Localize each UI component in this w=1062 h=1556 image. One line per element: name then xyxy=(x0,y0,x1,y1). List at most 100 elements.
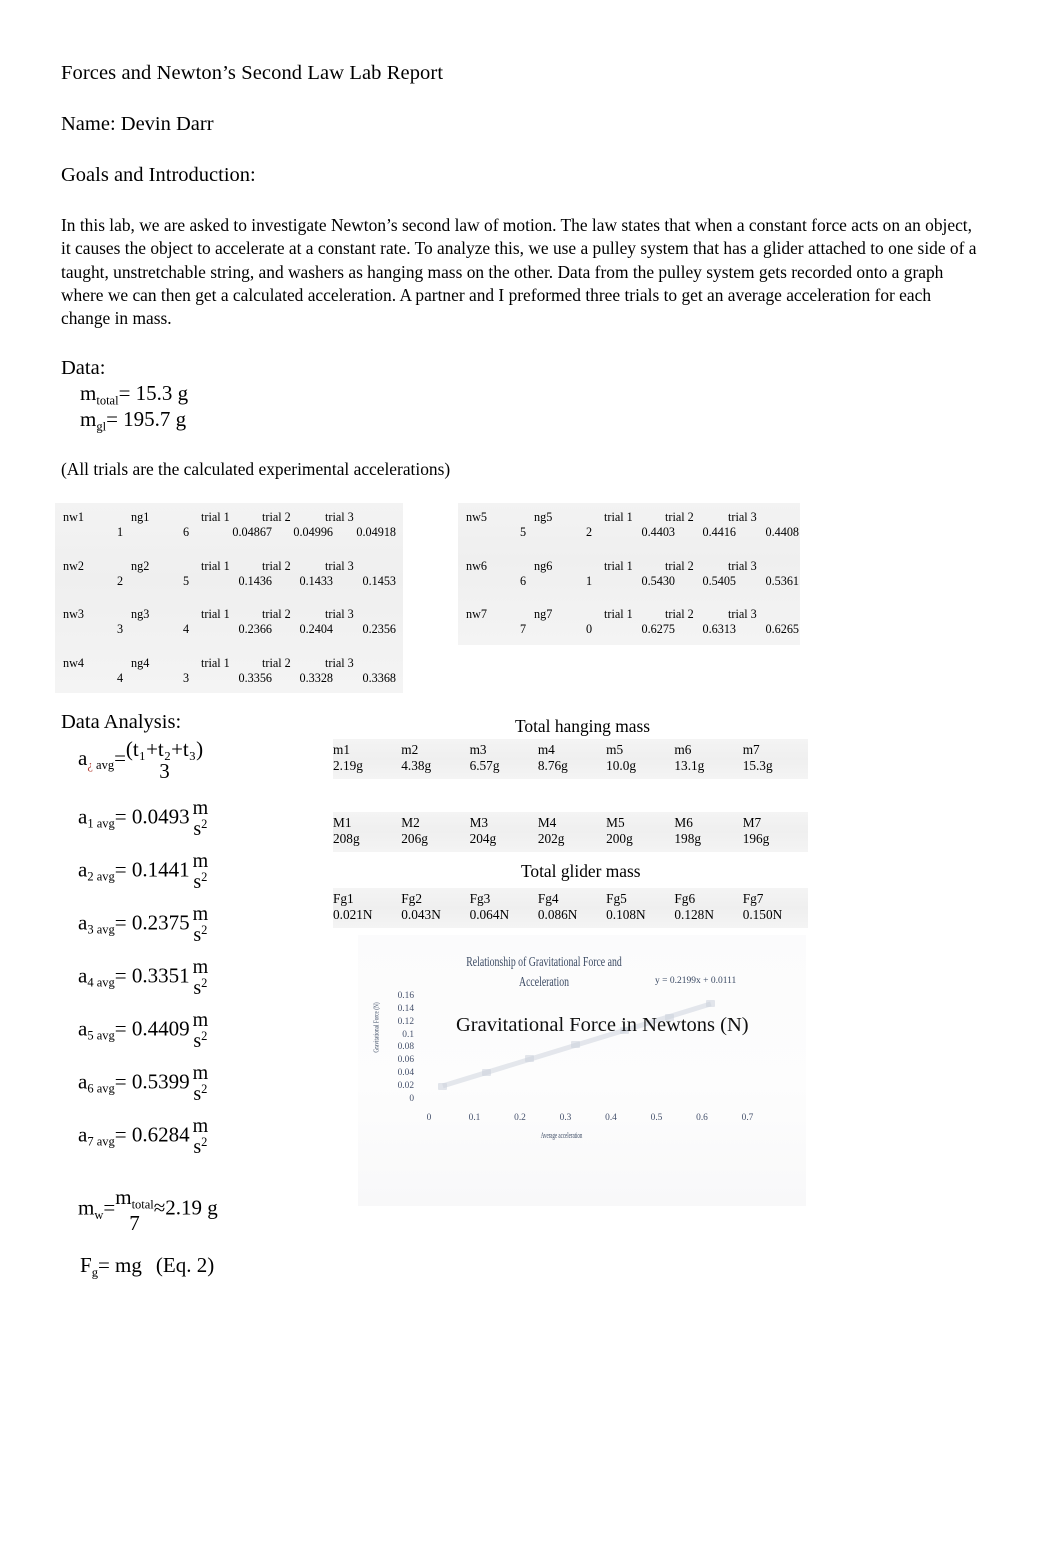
cell-value: 10.0g xyxy=(606,758,637,773)
ng-value: 0 xyxy=(586,622,593,637)
data-cell: m5 10.0g xyxy=(606,742,674,774)
force-vs-acceleration-chart[interactable]: Relationship of Gravitational Force and … xyxy=(358,935,806,1206)
trial-1-value: 0.5430 xyxy=(641,573,675,588)
trial-3-value: 0.04918 xyxy=(356,525,396,539)
eq-unit-denominator: s2 xyxy=(193,976,208,999)
ng-label: ng4 xyxy=(131,655,150,670)
cell-value: 6.57g xyxy=(469,758,500,773)
trial-1-value: 0.2366 xyxy=(238,622,272,637)
trial-group: nw4 ng4 trial 1 trial 2 trial 3 4 3 0.3356 0.332… xyxy=(55,656,403,705)
chart-x-axis-ticks: 0 0.1 0.2 0.3 0.4 0.5 0.6 0.7 xyxy=(414,1113,754,1127)
eq-symbol: a xyxy=(78,804,88,829)
data-cell: m7 15.3g xyxy=(743,742,811,774)
y-tick-label: 0.02 xyxy=(397,1080,414,1091)
cell-key: M1 xyxy=(333,815,352,830)
cell-value: 0.064N xyxy=(469,907,510,922)
eq-value: = 0.1441 xyxy=(114,857,190,882)
eq-gen-sub-rest: avg xyxy=(92,758,115,773)
eq-unit-denominator: s2 xyxy=(193,817,208,840)
eq-value: = 0.6284 xyxy=(114,1122,190,1147)
eq-symbol: a xyxy=(78,963,88,988)
eq-unit: m s2 xyxy=(193,1063,209,1104)
equation-a7-avg: a7 avg= 0.6284 m s2 xyxy=(78,1116,208,1157)
trial-1-header: trial 1 xyxy=(604,558,633,573)
nw-value: 2 xyxy=(117,573,124,588)
trial-2-header: trial 2 xyxy=(262,607,291,622)
gravitational-force-row: Fg1 0.021N Fg2 0.043N Fg3 0.064N Fg4 0.086N Fg5 0… xyxy=(333,891,811,923)
eq-unit-numerator: m xyxy=(192,956,209,978)
eq-symbol: a xyxy=(78,910,88,935)
chart-overlay-caption: Gravitational Force in Newtons (N) xyxy=(456,1014,749,1036)
nw-label: nw5 xyxy=(466,510,487,524)
m-gl-subscript: gl xyxy=(96,419,107,434)
goals-heading: Goals and Introduction: xyxy=(61,164,256,186)
trial-group: nw6 ng6 trial 1 trial 2 trial 3 6 1 0.5430 0.540… xyxy=(458,559,800,608)
data-cell: Fg4 0.086N xyxy=(538,891,606,923)
chart-data-point xyxy=(706,999,716,1007)
eq-subscript: 4 avg xyxy=(87,975,115,990)
cell-key: M2 xyxy=(401,815,420,830)
ng-value: 3 xyxy=(183,670,190,685)
eq-mw-symbol: m xyxy=(78,1195,95,1220)
chart-trendline xyxy=(442,1001,712,1089)
trial-3-value: 0.4408 xyxy=(765,525,799,539)
trial-3-value: 0.3368 xyxy=(362,670,396,685)
eq-unit-numerator: m xyxy=(192,850,209,872)
cell-key: m4 xyxy=(537,742,555,757)
eq-symbol: a xyxy=(78,1069,88,1094)
eq-mw-fraction: mtotal 7 xyxy=(115,1186,154,1234)
nw-label: nw3 xyxy=(63,607,84,622)
ng-value: 4 xyxy=(183,622,190,637)
chart-data-point xyxy=(438,1082,448,1090)
cell-value: 0.128N xyxy=(674,907,714,922)
data-cell: m3 6.57g xyxy=(470,742,538,774)
eq-value: = 0.5399 xyxy=(114,1069,190,1094)
equation-a4-avg: a4 avg= 0.3351 m s2 xyxy=(78,957,208,998)
trial-2-header: trial 2 xyxy=(262,655,291,670)
eq-unit: m s2 xyxy=(193,851,209,892)
ng-label: ng7 xyxy=(534,607,553,622)
eq-gen-equals: = xyxy=(114,745,126,770)
eq-mw-numerator: mtotal xyxy=(115,1186,154,1212)
eq-unit-numerator: m xyxy=(192,1115,209,1137)
data-cell: Fg1 0.021N xyxy=(333,891,401,923)
data-cell: M2 206g xyxy=(401,815,469,847)
trial-3-header: trial 3 xyxy=(325,558,354,573)
trial-2-value: 0.3328 xyxy=(299,670,333,685)
eq-unit: m s2 xyxy=(193,904,209,945)
hanging-mass-caption: Total hanging mass xyxy=(515,716,650,736)
trial-1-value: 0.1436 xyxy=(238,573,272,588)
cell-value: 8.76g xyxy=(537,758,568,773)
eq-unit-exponent: 2 xyxy=(201,976,208,990)
eq-gen-fraction: (t₁+t₂+t₃) 3 xyxy=(126,738,203,782)
trial-2-header: trial 2 xyxy=(665,607,694,622)
trial-1-header: trial 1 xyxy=(604,510,633,524)
eq-fg-symbol: F xyxy=(80,1253,92,1277)
cell-value: 202g xyxy=(537,831,565,846)
ng-value: 6 xyxy=(183,525,190,539)
author-name-line: Name: Devin Darr xyxy=(61,113,214,135)
m-gl-line: mgl= 195.7 g xyxy=(80,407,186,434)
cell-value: 0.086N xyxy=(537,907,578,922)
trial-2-value: 0.1433 xyxy=(299,573,333,588)
eq-mw-num-sub: total xyxy=(131,1197,154,1212)
cell-key: M6 xyxy=(674,815,693,830)
eq-unit-numerator: m xyxy=(192,903,209,925)
chart-plot-area xyxy=(420,997,744,1100)
data-cell: Fg6 0.128N xyxy=(674,891,742,923)
y-tick-label: 0.16 xyxy=(397,991,414,1001)
data-cell: Fg7 0.150N xyxy=(743,891,811,923)
x-tick-label: 0.2 xyxy=(514,1113,526,1123)
cell-key: m1 xyxy=(333,742,350,757)
cell-value: 0.021N xyxy=(333,907,373,922)
trial-2-value: 0.6313 xyxy=(702,622,736,637)
trial-1-header: trial 1 xyxy=(201,607,230,622)
intro-paragraph: In this lab, we are asked to investigate… xyxy=(61,215,977,329)
nw-label: nw1 xyxy=(63,510,84,524)
eq-unit-denominator: s2 xyxy=(193,870,208,893)
ng-value: 5 xyxy=(183,573,190,588)
trial-3-value: 0.1453 xyxy=(362,573,396,588)
trial-3-header: trial 3 xyxy=(728,558,757,573)
nw-label: nw7 xyxy=(466,607,487,622)
chart-x-axis-label: Average acceleration xyxy=(540,1131,583,1140)
